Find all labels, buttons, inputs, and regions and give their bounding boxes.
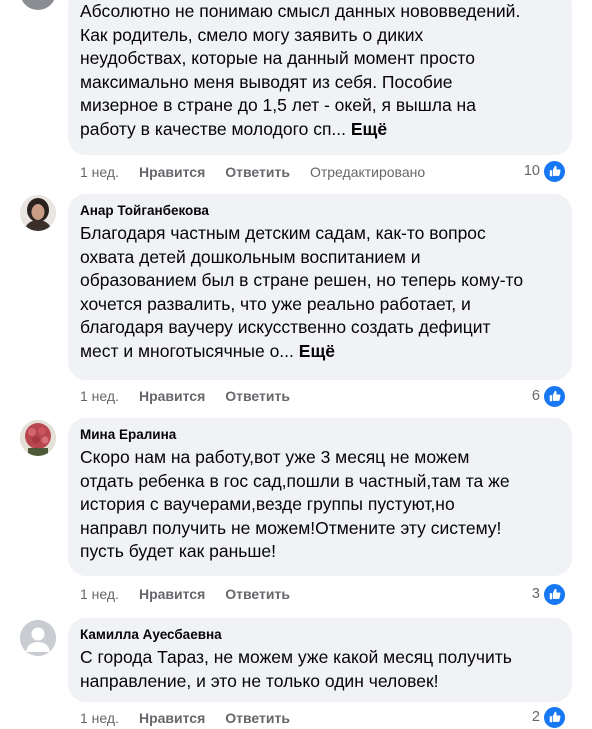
avatar-photo xyxy=(20,420,56,456)
like-button[interactable]: Нравится xyxy=(139,388,205,404)
reaction-count[interactable]: 3 xyxy=(531,582,566,606)
comment-author[interactable]: Мина Ералина xyxy=(80,426,560,444)
comment-text: С города Тараз, не можем уже какой месяц… xyxy=(80,647,512,691)
reaction-number: 2 xyxy=(531,709,540,725)
reply-button[interactable]: Ответить xyxy=(225,388,290,404)
comment-text: Скоро нам на работу,вот уже 3 месяц не м… xyxy=(80,447,510,561)
avatar-photo xyxy=(20,195,56,231)
comment-author[interactable]: Камилла Ауесбаевна xyxy=(80,626,560,644)
comment-bubble: Камилла Ауесбаевна С города Тараз, не мо… xyxy=(68,618,572,702)
comment-actions: 1 нед. Нравится Ответить xyxy=(80,708,310,728)
see-more-link[interactable]: Ещё xyxy=(299,341,335,361)
comment-bubble: Абсолютно не понимаю смысл данных нововв… xyxy=(68,0,572,155)
reaction-count[interactable]: 6 xyxy=(531,384,566,408)
comment-bubble: Анар Тойганбекова Благодаря частным детс… xyxy=(68,194,572,380)
comment-actions: 1 нед. Нравится Ответить Отредактировано xyxy=(80,162,425,182)
avatar[interactable] xyxy=(20,420,56,456)
reaction-count[interactable]: 2 xyxy=(531,705,566,729)
comment-author[interactable]: Анар Тойганбекова xyxy=(80,202,560,220)
thumbs-up-icon xyxy=(543,705,566,729)
see-more-link[interactable]: Ещё xyxy=(351,119,387,139)
avatar[interactable] xyxy=(20,620,56,656)
like-button[interactable]: Нравится xyxy=(139,164,205,180)
reaction-number: 6 xyxy=(531,388,540,404)
comment-bubble: Мина Ералина Скоро нам на работу,вот уже… xyxy=(68,418,572,576)
avatar[interactable] xyxy=(20,195,56,231)
comment-actions: 1 нед. Нравится Ответить xyxy=(80,386,310,406)
comment-time[interactable]: 1 нед. xyxy=(80,388,119,404)
reply-button[interactable]: Ответить xyxy=(225,710,290,726)
thumbs-up-icon xyxy=(543,384,566,408)
comment-time[interactable]: 1 нед. xyxy=(80,710,119,726)
default-user-icon xyxy=(20,620,56,656)
comment-text: Абсолютно не понимаю смысл данных нововв… xyxy=(80,1,521,139)
reply-button[interactable]: Ответить xyxy=(225,586,290,602)
comment-time[interactable]: 1 нед. xyxy=(80,586,119,602)
thumbs-up-icon xyxy=(543,582,566,606)
thumbs-up-icon xyxy=(543,159,566,183)
comment-actions: 1 нед. Нравится Ответить xyxy=(80,584,310,604)
reaction-count[interactable]: 10 xyxy=(523,159,566,183)
comment-time[interactable]: 1 нед. xyxy=(80,164,119,180)
avatar[interactable] xyxy=(20,0,56,10)
like-button[interactable]: Нравится xyxy=(139,586,205,602)
edited-label: Отредактировано xyxy=(309,164,426,180)
reaction-number: 10 xyxy=(523,163,540,179)
like-button[interactable]: Нравится xyxy=(139,710,205,726)
reaction-number: 3 xyxy=(531,586,540,602)
reply-button[interactable]: Ответить xyxy=(225,164,290,180)
comment-text: Благодаря частным детским садам, как-то … xyxy=(80,223,524,361)
